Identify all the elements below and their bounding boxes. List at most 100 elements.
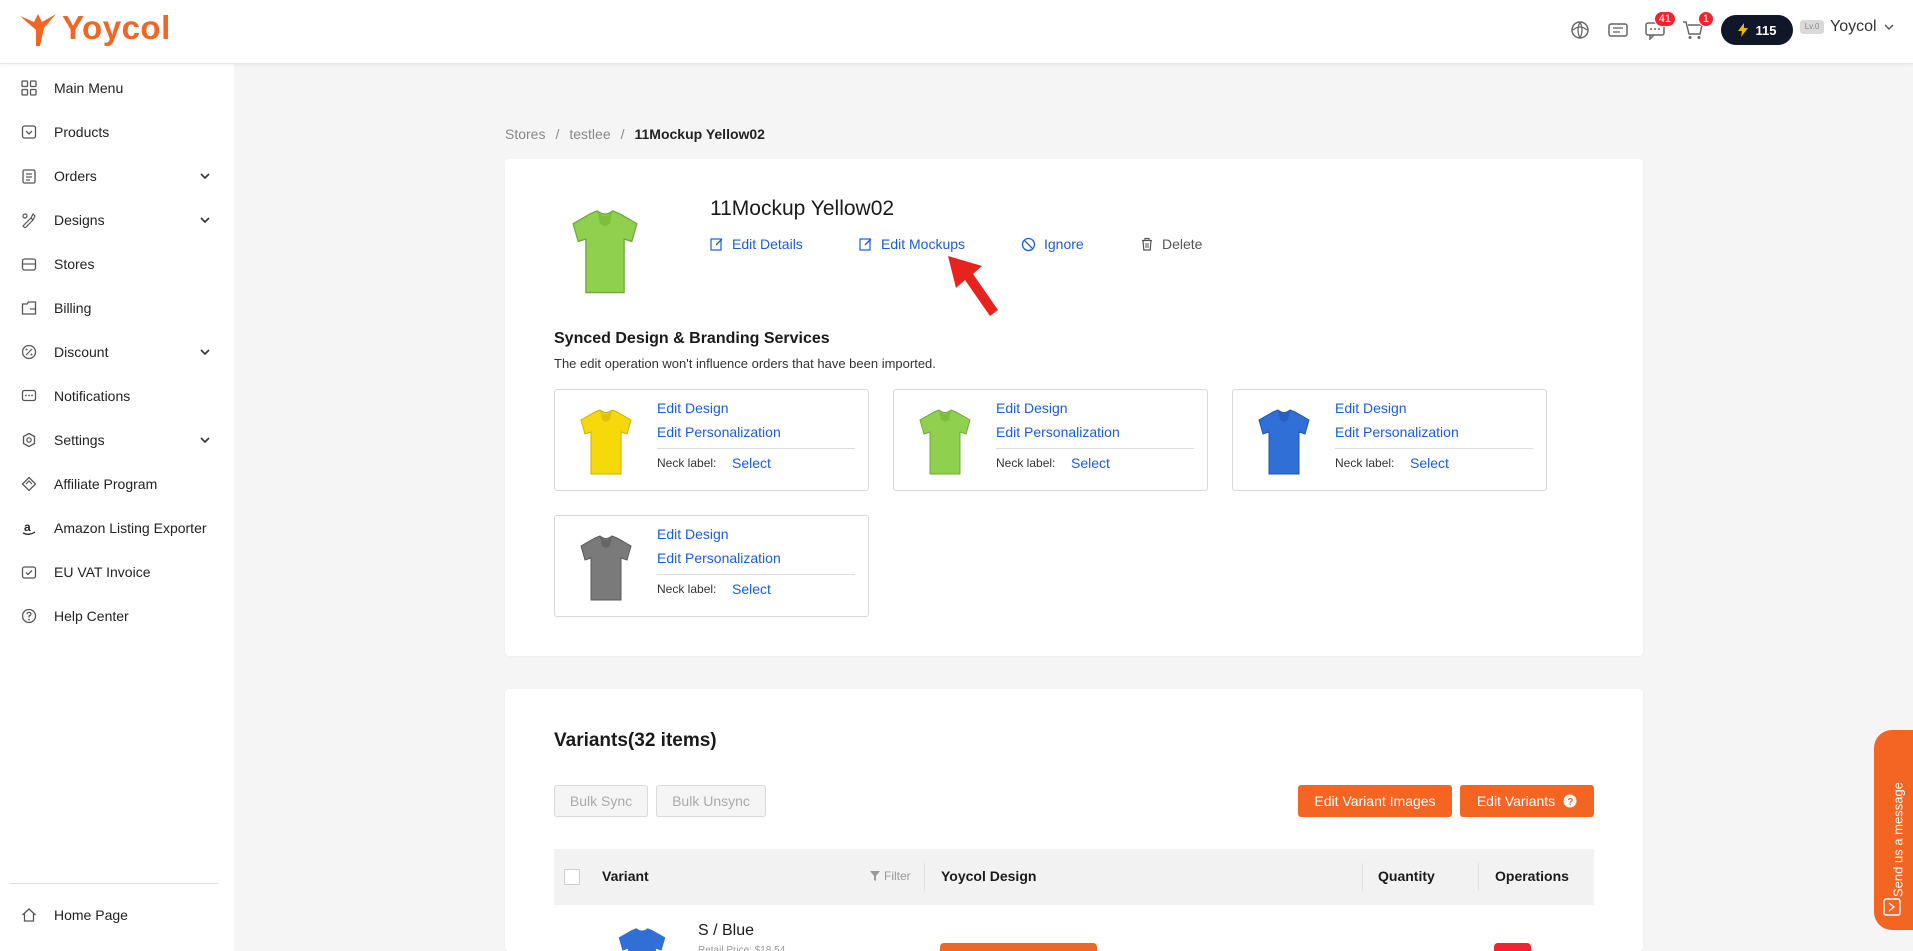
design-shirt-image[interactable] — [916, 408, 974, 478]
sidebar-item-label: Help Center — [54, 608, 129, 624]
edit-design-link[interactable]: Edit Design — [996, 400, 1068, 416]
product-title: 11Mockup Yellow02 — [710, 197, 895, 220]
chevron-down-icon — [200, 349, 210, 356]
sidebar-item-affiliate-program[interactable]: Affiliate Program — [0, 462, 234, 506]
messages-badge: 41 — [1653, 11, 1676, 27]
select-all-checkbox[interactable] — [564, 869, 580, 885]
variant-shirt-image — [618, 928, 666, 951]
neck-label-text: Neck label: — [657, 582, 717, 596]
sidebar-divider — [10, 883, 218, 884]
annotation-arrow-icon — [948, 256, 998, 316]
edit-design-link[interactable]: Edit Design — [657, 400, 729, 416]
sidebar-item-stores[interactable]: Stores — [0, 242, 234, 286]
edit-variant-images-button[interactable]: Edit Variant Images — [1298, 785, 1452, 817]
breadcrumb-stores[interactable]: Stores — [505, 126, 545, 142]
card-divider — [1335, 448, 1533, 449]
design-shirt-image[interactable] — [577, 534, 635, 604]
sidebar-item-label: Main Menu — [54, 80, 124, 96]
sidebar-item-notifications[interactable]: Notifications — [0, 374, 234, 418]
sidebar-item-label: Discount — [54, 344, 109, 360]
synced-section-subtitle: The edit operation won't influence order… — [554, 356, 936, 371]
edit-personalization-link[interactable]: Edit Personalization — [1335, 424, 1459, 440]
edit-mockups-button[interactable]: Edit Mockups — [859, 236, 965, 252]
variant-design-button[interactable] — [940, 943, 1097, 951]
edit-design-link[interactable]: Edit Design — [1335, 400, 1407, 416]
neck-label-text: Neck label: — [657, 456, 717, 470]
design-card: Edit Design Edit Personalization Neck la… — [1232, 389, 1547, 491]
card-divider — [657, 574, 855, 575]
sidebar-item-eu-vat-invoice[interactable]: EU VAT Invoice — [0, 550, 234, 594]
top-bar: Yoycol 41 1 115 Lv.0 Yoycol — [0, 0, 1913, 64]
edit-personalization-link[interactable]: Edit Personalization — [657, 424, 781, 440]
edit-details-button[interactable]: Edit Details — [710, 236, 803, 252]
edit-personalization-link[interactable]: Edit Personalization — [657, 550, 781, 566]
user-menu[interactable]: Lv.0 Yoycol — [1800, 18, 1895, 36]
neck-label-select[interactable]: Select — [1410, 455, 1449, 471]
credits-value: 115 — [1755, 22, 1777, 38]
variant-name: S / Blue — [698, 922, 755, 939]
edit-design-link[interactable]: Edit Design — [657, 526, 729, 542]
sidebar-item-label: Home Page — [54, 907, 128, 923]
chat-widget[interactable]: Send us a message — [1874, 730, 1913, 930]
design-shirt-image[interactable] — [1255, 408, 1313, 478]
edit-personalization-link[interactable]: Edit Personalization — [996, 424, 1120, 440]
chat-toggle-icon — [1883, 898, 1901, 916]
product-image[interactable] — [568, 208, 642, 298]
logo-icon — [20, 14, 56, 46]
ban-icon — [1021, 237, 1036, 251]
filter-button[interactable]: Filter — [870, 869, 911, 883]
ignore-button[interactable]: Ignore — [1021, 236, 1084, 252]
delete-button[interactable]: Delete — [1140, 236, 1202, 252]
column-separator — [1478, 863, 1479, 891]
sidebar-item-designs[interactable]: Designs — [0, 198, 234, 242]
variants-table-header: Variant Filter Yoycol Design Quantity Op… — [554, 849, 1594, 905]
chevron-down-icon — [200, 437, 210, 444]
edit-variants-button[interactable]: Edit Variants ? — [1460, 785, 1594, 817]
bulk-sync-button[interactable]: Bulk Sync — [554, 785, 648, 817]
sidebar-item-amazon-listing-exporter[interactable]: a Amazon Listing Exporter — [0, 506, 234, 550]
logo[interactable]: Yoycol — [18, 8, 171, 48]
credits-pill[interactable]: 115 — [1721, 15, 1793, 45]
message-icon[interactable]: 41 — [1643, 11, 1676, 42]
sidebar-item-billing[interactable]: Billing — [0, 286, 234, 330]
variants-card — [505, 689, 1643, 951]
sidebar-item-help-center[interactable]: Help Center — [0, 594, 234, 638]
filter-icon — [870, 871, 880, 881]
breadcrumb-current: 11Mockup Yellow02 — [634, 126, 765, 142]
design-shirt-image[interactable] — [577, 408, 635, 478]
breadcrumb-store[interactable]: testlee — [569, 126, 610, 142]
sidebar-item-settings[interactable]: Settings — [0, 418, 234, 462]
neck-label-select[interactable]: Select — [732, 581, 771, 597]
designs-icon — [20, 211, 38, 229]
help-icon: ? — [1563, 794, 1577, 808]
edit-icon — [859, 238, 872, 251]
neck-label-select[interactable]: Select — [732, 455, 771, 471]
sidebar: Main Menu Products Orders Designs Stores… — [0, 64, 234, 951]
sidebar-item-products[interactable]: Products — [0, 110, 234, 154]
sidebar-item-home-page[interactable]: Home Page — [0, 893, 234, 937]
synced-section-title: Synced Design & Branding Services — [554, 330, 830, 347]
bulk-unsync-button[interactable]: Bulk Unsync — [656, 785, 766, 817]
variant-operation-button[interactable] — [1494, 943, 1531, 951]
breadcrumb-separator: / — [620, 126, 625, 142]
sidebar-item-discount[interactable]: Discount — [0, 330, 234, 374]
invoice-icon — [20, 563, 38, 581]
chevron-down-icon — [200, 217, 210, 224]
trash-icon — [1142, 237, 1152, 251]
user-name: Yoycol — [1830, 18, 1877, 35]
sidebar-item-label: Orders — [54, 168, 97, 184]
design-card: Edit Design Edit Personalization Neck la… — [554, 389, 869, 491]
column-yoycol-design: Yoycol Design — [941, 868, 1037, 884]
cart-icon[interactable]: 1 — [1681, 11, 1714, 42]
affiliate-icon — [20, 475, 38, 493]
neck-label-select[interactable]: Select — [1071, 455, 1110, 471]
product-icon — [20, 123, 38, 141]
sidebar-item-orders[interactable]: Orders — [0, 154, 234, 198]
orders-icon — [20, 167, 38, 185]
sidebar-item-label: EU VAT Invoice — [54, 564, 151, 580]
sidebar-item-main-menu[interactable]: Main Menu — [0, 66, 234, 110]
ticket-icon[interactable] — [1606, 18, 1630, 42]
chevron-down-icon — [1884, 24, 1894, 30]
globe-icon[interactable] — [1568, 18, 1592, 42]
cart-badge: 1 — [1697, 11, 1714, 27]
